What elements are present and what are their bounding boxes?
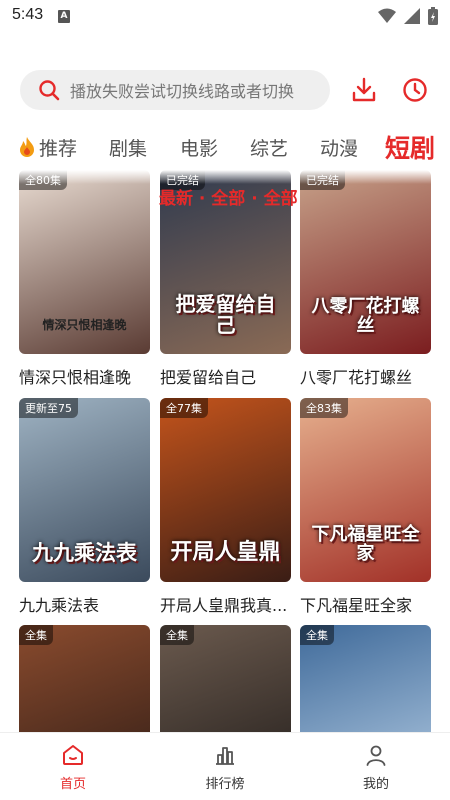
episode-badge: 全77集 xyxy=(160,398,208,418)
poster-image: 全80集 情深只恨相逢晚 xyxy=(19,170,150,354)
tab-label: 短剧 xyxy=(385,134,436,163)
home-icon xyxy=(63,745,83,765)
tab-movie[interactable]: 电影 xyxy=(180,134,218,161)
poster-image: 全83集 下凡福星旺全家 xyxy=(300,398,431,582)
chart-icon xyxy=(216,747,234,765)
episode-badge: 更新至75 xyxy=(19,398,78,418)
battery-icon xyxy=(428,7,438,25)
poster-title: 把爱留给自己 xyxy=(175,292,276,337)
status-indicators xyxy=(378,7,438,25)
drama-grid: 全80集 情深只恨相逢晚 情深只恨相逢晚 已完结 把爱留给自己 把爱留给自己 已… xyxy=(0,170,450,732)
poster-image: 全77集 开局人皇鼎 xyxy=(160,398,291,582)
fire-icon xyxy=(20,137,34,157)
drama-card[interactable]: 全集 xyxy=(19,625,150,732)
nav-ranking[interactable]: 排行榜 xyxy=(175,743,275,792)
drama-card[interactable]: 全80集 情深只恨相逢晚 情深只恨相逢晚 xyxy=(19,170,150,388)
nav-label: 我的 xyxy=(362,777,389,792)
poster-title: 九九乘法表 xyxy=(32,539,137,565)
nav-home[interactable]: 首页 xyxy=(23,743,123,792)
poster-title: 八零厂花打螺丝 xyxy=(311,296,420,337)
tab-anime[interactable]: 动漫 xyxy=(320,134,358,161)
status-bar: 5:43 A xyxy=(0,0,450,34)
tab-series[interactable]: 剧集 xyxy=(109,134,147,161)
tab-short-drama[interactable]: 短剧 xyxy=(385,129,435,165)
card-title: 开局人皇鼎我真... xyxy=(160,596,288,615)
tab-label: 电影 xyxy=(180,138,219,160)
card-title: 把爱留给自己 xyxy=(160,368,257,387)
category-tabs: 推荐 剧集 电影 综艺 动漫 短剧 xyxy=(0,128,450,168)
poster-image: 更新至75 九九乘法表 xyxy=(19,398,150,582)
history-icon[interactable] xyxy=(401,76,429,104)
nav-profile[interactable]: 我的 xyxy=(326,743,426,792)
episode-badge: 全83集 xyxy=(300,398,348,418)
drama-card[interactable]: 全集 xyxy=(300,625,431,732)
nav-label: 排行榜 xyxy=(205,777,245,792)
nav-label: 首页 xyxy=(59,777,86,792)
card-title: 情深只恨相逢晚 xyxy=(19,368,132,387)
episode-badge: 全集 xyxy=(19,625,53,645)
notification-a-icon: A xyxy=(58,10,70,23)
drama-card[interactable]: 已完结 八零厂花打螺丝 八零厂花打螺丝 xyxy=(300,170,431,388)
tab-label: 剧集 xyxy=(109,138,148,160)
filter-label[interactable]: 最新 · 全部 · 全部 xyxy=(159,184,298,209)
search-placeholder: 播放失败尝试切换线路或者切换 xyxy=(70,82,295,101)
poster-title: 开局人皇鼎 xyxy=(170,538,281,565)
drama-card[interactable]: 全77集 开局人皇鼎 开局人皇鼎我真... xyxy=(160,398,291,616)
wifi-icon xyxy=(378,8,396,23)
drama-card[interactable]: 更新至75 九九乘法表 九九乘法表 xyxy=(19,398,150,616)
tab-label: 综艺 xyxy=(250,138,289,160)
card-title: 八零厂花打螺丝 xyxy=(300,368,413,387)
card-title: 九九乘法表 xyxy=(19,596,100,615)
tab-label: 动漫 xyxy=(320,138,359,160)
poster-image: 全集 xyxy=(19,625,150,732)
poster-title: 下凡福星旺全家 xyxy=(311,524,420,565)
episode-badge: 全集 xyxy=(160,625,194,645)
tab-variety[interactable]: 综艺 xyxy=(250,134,288,161)
poster-image: 全集 xyxy=(300,625,431,732)
poster-title: 情深只恨相逢晚 xyxy=(42,318,127,333)
signal-icon xyxy=(404,8,420,24)
user-icon xyxy=(366,745,386,766)
scroll-fade xyxy=(0,170,450,184)
download-icon[interactable] xyxy=(350,76,378,104)
status-time: 5:43 xyxy=(12,6,44,23)
tab-label: 推荐 xyxy=(39,138,78,160)
search-icon xyxy=(39,80,60,101)
poster-image: 已完结 八零厂花打螺丝 xyxy=(300,170,431,354)
bottom-nav: 首页 排行榜 我的 xyxy=(0,732,450,800)
drama-card[interactable]: 全83集 下凡福星旺全家 下凡福星旺全家 xyxy=(300,398,431,616)
episode-badge: 全集 xyxy=(300,625,334,645)
poster-image: 全集 xyxy=(160,625,291,732)
drama-card[interactable]: 全集 xyxy=(160,625,291,732)
search-input[interactable]: 播放失败尝试切换线路或者切换 xyxy=(20,70,330,110)
card-title: 下凡福星旺全家 xyxy=(300,596,413,615)
tab-recommend[interactable]: 推荐 xyxy=(17,134,77,161)
